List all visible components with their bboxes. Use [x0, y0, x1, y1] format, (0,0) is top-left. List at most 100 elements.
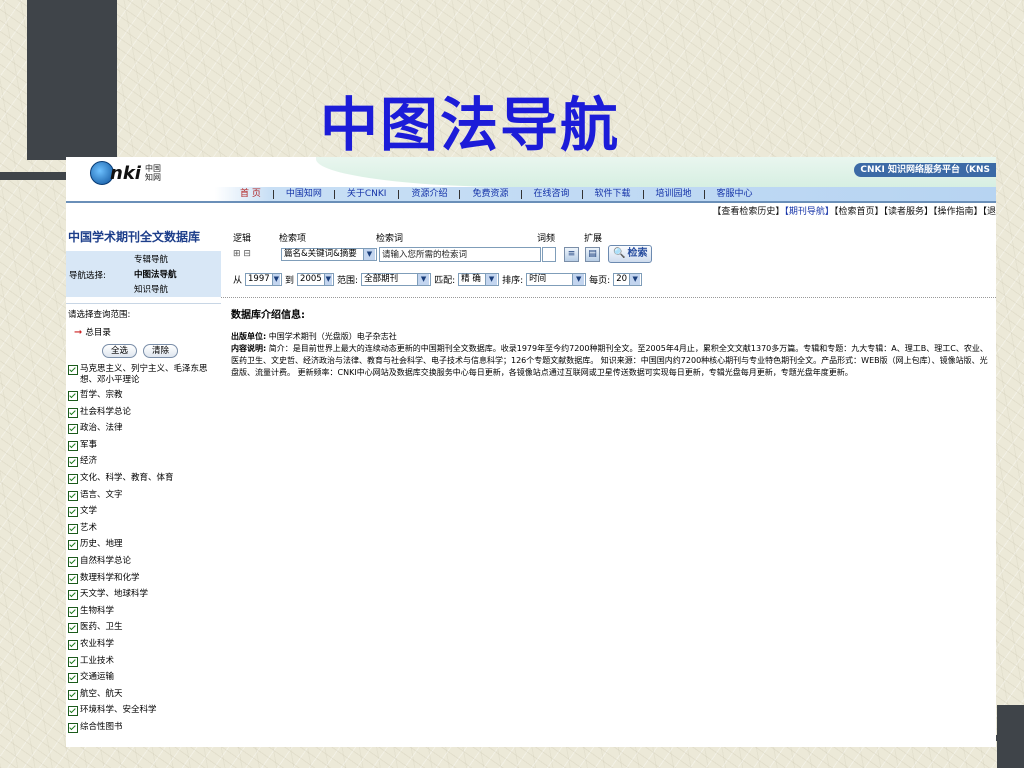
checkbox-checked-icon[interactable] — [68, 623, 78, 634]
nav-consult[interactable]: 在线咨询 — [520, 189, 582, 199]
nav-download[interactable]: 软件下载 — [581, 189, 643, 199]
logo-cn: 中国 知网 — [144, 164, 161, 182]
sort-select[interactable]: 时间 ▼ — [526, 273, 587, 286]
select-all-button[interactable]: 全选 — [102, 344, 138, 358]
from-year-value: 1997 — [248, 274, 270, 284]
nav-service[interactable]: 客服中心 — [703, 189, 765, 199]
dropdown-arrow-icon: ▼ — [363, 248, 375, 260]
category-item[interactable]: 历史、地理 — [66, 539, 221, 556]
category-label: 综合性图书 — [80, 721, 123, 732]
cnki-logo[interactable]: nki 中国 知网 — [90, 161, 161, 185]
notes-icon[interactable]: ≡ — [564, 246, 579, 262]
main-nav: 首 页 中国知网 关于CNKI 资源介绍 免费资源 在线咨询 软件下载 培训园地… — [66, 187, 996, 203]
checkbox-checked-icon[interactable] — [68, 556, 78, 567]
category-item[interactable]: 文学 — [66, 506, 221, 523]
per-page-select[interactable]: 20 ▼ — [613, 273, 643, 286]
link-journal-nav[interactable]: 【期刊导航】 — [784, 207, 834, 217]
category-item[interactable]: 政治、法律 — [66, 423, 221, 440]
expand-collapse-icon[interactable]: ⊞ ⊟ — [233, 249, 281, 259]
nav-resources[interactable]: 资源介绍 — [398, 189, 459, 199]
category-item[interactable]: 环境科学、安全科学 — [66, 705, 221, 722]
link-history[interactable]: 【查看检索历史】 — [712, 207, 784, 217]
sub-links: 【查看检索历史】【期刊导航】【检索首页】【读者服务】【操作指南】【退 — [66, 203, 996, 222]
category-item[interactable]: 文化、科学、教育、体育 — [66, 473, 221, 490]
category-item[interactable]: 经济 — [66, 456, 221, 473]
category-item[interactable]: 生物科学 — [66, 606, 221, 623]
nav-about[interactable]: 关于CNKI — [333, 189, 399, 199]
category-label: 自然科学总论 — [80, 555, 132, 566]
scope-label: 请选择查询范围: — [68, 310, 131, 320]
checkbox-checked-icon[interactable] — [68, 606, 78, 617]
search-button[interactable]: 🔍 检索 — [608, 245, 653, 263]
category-label: 语言、文字 — [80, 489, 123, 500]
link-guide[interactable]: 【操作指南】 — [933, 207, 983, 217]
checkbox-checked-icon[interactable] — [68, 590, 78, 601]
checkbox-checked-icon[interactable] — [68, 490, 78, 501]
checkbox-checked-icon[interactable] — [68, 706, 78, 717]
category-item[interactable]: 哲学、宗教 — [66, 390, 221, 407]
category-item[interactable]: 交通运输 — [66, 672, 221, 689]
checkbox-checked-icon[interactable] — [68, 407, 78, 418]
category-item[interactable]: 数理科学和化学 — [66, 573, 221, 590]
search-labels: 逻辑 检索项 检索词 词频 扩展 — [233, 231, 996, 244]
category-item[interactable]: 社会科学总论 — [66, 407, 221, 424]
range-select[interactable]: 全部期刊 ▼ — [361, 273, 432, 286]
checkbox-checked-icon[interactable] — [68, 507, 78, 518]
nav-option-knowledge[interactable]: 知识导航 — [134, 283, 168, 295]
checkbox-checked-icon[interactable] — [68, 722, 78, 733]
info-title: 数据库介绍信息: — [231, 310, 305, 321]
clear-button[interactable]: 清除 — [143, 344, 179, 358]
checkbox-checked-icon[interactable] — [68, 365, 78, 375]
nav-home[interactable]: 首 页 — [228, 189, 273, 199]
category-item[interactable]: 工业技术 — [66, 656, 221, 673]
category-item[interactable]: 自然科学总论 — [66, 556, 221, 573]
nav-free[interactable]: 免费资源 — [459, 189, 520, 199]
expand-icon[interactable]: ▤ — [585, 246, 600, 262]
checkbox-checked-icon[interactable] — [68, 457, 78, 468]
word-freq-input[interactable] — [542, 246, 556, 262]
search-button-label: 检索 — [627, 248, 648, 259]
nav-option-album[interactable]: 专辑导航 — [134, 253, 168, 265]
database-title: 中国学术期刊全文数据库 — [68, 230, 201, 244]
checkbox-checked-icon[interactable] — [68, 473, 78, 484]
label-expand: 扩展 — [584, 234, 603, 244]
category-label: 文化、科学、教育、体育 — [80, 472, 174, 483]
checkbox-checked-icon[interactable] — [68, 540, 78, 551]
search-input-row: ⊞ ⊟ 篇名&关键词&摘要 ▼ 请输入您所需的检索词 ≡ ▤ 🔍 检索 — [233, 245, 996, 263]
to-year-select[interactable]: 2005 ▼ — [297, 273, 335, 286]
category-item[interactable]: 航空、航天 — [66, 689, 221, 706]
checkbox-checked-icon[interactable] — [68, 656, 78, 667]
match-select[interactable]: 精 确 ▼ — [458, 273, 500, 286]
checkbox-checked-icon[interactable] — [68, 673, 78, 684]
nav-cnki[interactable]: 中国知网 — [272, 189, 334, 199]
category-item[interactable]: 天文学、地球科学 — [66, 589, 221, 606]
range-label: 范围: — [337, 276, 359, 286]
root-directory[interactable]: ➞ 总目录 — [66, 324, 221, 340]
from-year-select[interactable]: 1997 ▼ — [245, 273, 283, 286]
link-search-home[interactable]: 【检索首页】 — [834, 207, 884, 217]
category-item[interactable]: 医药、卫生 — [66, 622, 221, 639]
category-item[interactable]: 马克思主义、列宁主义、毛泽东思想、邓小平理论 — [66, 364, 221, 390]
checkbox-checked-icon[interactable] — [68, 391, 78, 401]
link-reader-service[interactable]: 【读者服务】 — [883, 207, 933, 217]
checkbox-checked-icon[interactable] — [68, 523, 78, 534]
checkbox-checked-icon[interactable] — [68, 440, 78, 451]
checkbox-checked-icon[interactable] — [68, 689, 78, 700]
nav-training[interactable]: 培训园地 — [642, 189, 704, 199]
category-item[interactable]: 综合性图书 — [66, 722, 221, 739]
nav-option-clc[interactable]: 中图法导航 — [134, 268, 177, 280]
checkbox-checked-icon[interactable] — [68, 639, 78, 650]
category-item[interactable]: 农业科学 — [66, 639, 221, 656]
dropdown-arrow-icon: ▼ — [323, 274, 333, 285]
checkbox-checked-icon[interactable] — [68, 424, 78, 435]
label-term: 检索词 — [376, 234, 404, 244]
category-item[interactable]: 军事 — [66, 440, 221, 457]
checkbox-checked-icon[interactable] — [68, 573, 78, 584]
search-term-input[interactable]: 请输入您所需的检索词 — [379, 246, 541, 262]
field-select[interactable]: 篇名&关键词&摘要 ▼ — [281, 247, 377, 261]
to-label: 到 — [285, 276, 295, 286]
category-label: 政治、法律 — [80, 423, 123, 434]
link-exit[interactable]: 【退 — [982, 207, 996, 217]
category-item[interactable]: 艺术 — [66, 523, 221, 540]
category-item[interactable]: 语言、文字 — [66, 490, 221, 507]
